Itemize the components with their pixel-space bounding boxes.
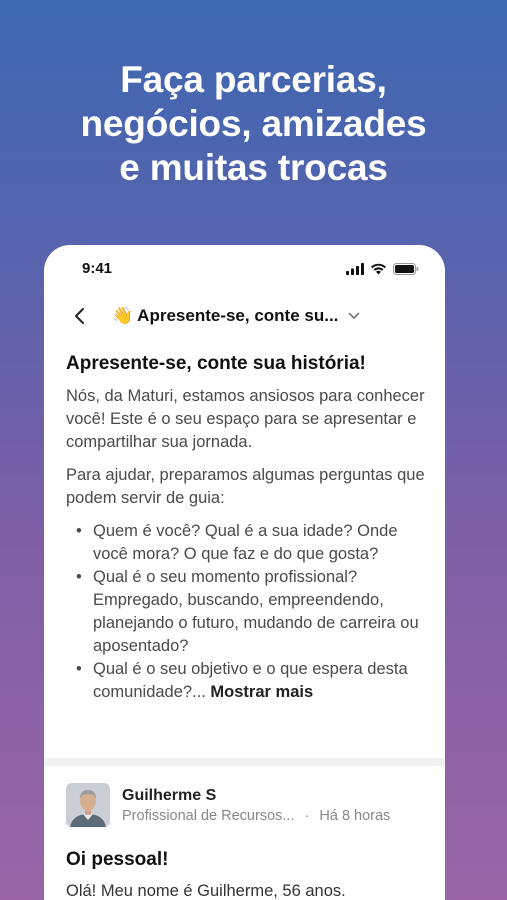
status-time: 9:41 — [82, 260, 113, 277]
section-divider — [44, 758, 445, 766]
post-guide: Para ajudar, preparamos algumas pergunta… — [66, 466, 425, 507]
post-title: Apresente-se, conte sua história! — [66, 353, 366, 374]
comment-body: Olá! Meu nome é Guilherme, 56 anos. — [66, 882, 346, 900]
headline-line-3: e muitas trocas — [119, 147, 388, 188]
meta-separator: · — [304, 808, 310, 824]
avatar[interactable] — [66, 783, 110, 827]
post-time: Há 8 horas — [319, 808, 391, 824]
headline-line-1: Faça parcerias, — [120, 59, 387, 100]
person-photo-icon — [66, 783, 110, 827]
post-intro: Nós, da Maturi, estamos ansiosos para co… — [66, 387, 425, 451]
chevron-left-icon — [75, 308, 84, 324]
list-item: Qual é o seu objetivo e o que espera des… — [66, 658, 426, 704]
list-item: Quem é você? Qual é a sua idade? Onde vo… — [66, 520, 426, 566]
phone-screen: 9:41 👋 Apresente-se, conte su... Apresen… — [44, 245, 445, 900]
signal-icon — [346, 262, 364, 280]
show-more-link[interactable]: Mostrar mais — [210, 683, 313, 701]
space-title: Apresente-se, conte su... — [137, 306, 339, 325]
back-button[interactable] — [68, 304, 92, 328]
status-bar: 9:41 — [44, 245, 445, 295]
headline: Faça parcerias, negócios, amizades e mui… — [0, 58, 507, 190]
space-selector[interactable]: 👋 Apresente-se, conte su... — [112, 304, 360, 328]
nav-bar: 👋 Apresente-se, conte su... — [44, 295, 445, 339]
chevron-down-icon — [349, 312, 360, 319]
comment-title: Oi pessoal! — [66, 849, 169, 870]
author-meta: Profissional de Recursos... · Há 8 horas — [122, 808, 390, 824]
post-content: Apresente-se, conte sua história! Nós, d… — [66, 353, 426, 704]
wifi-icon — [370, 262, 387, 280]
author-name[interactable]: Guilherme S — [122, 787, 216, 805]
list-item: Qual é o seu momento profissional? Empre… — [66, 566, 426, 658]
question-list: Quem é você? Qual é a sua idade? Onde vo… — [66, 520, 426, 704]
status-icons — [346, 262, 419, 280]
headline-line-2: negócios, amizades — [80, 103, 427, 144]
author-role: Profissional de Recursos... — [122, 808, 295, 824]
battery-icon — [393, 262, 419, 280]
waving-hand-icon: 👋 — [112, 306, 134, 325]
